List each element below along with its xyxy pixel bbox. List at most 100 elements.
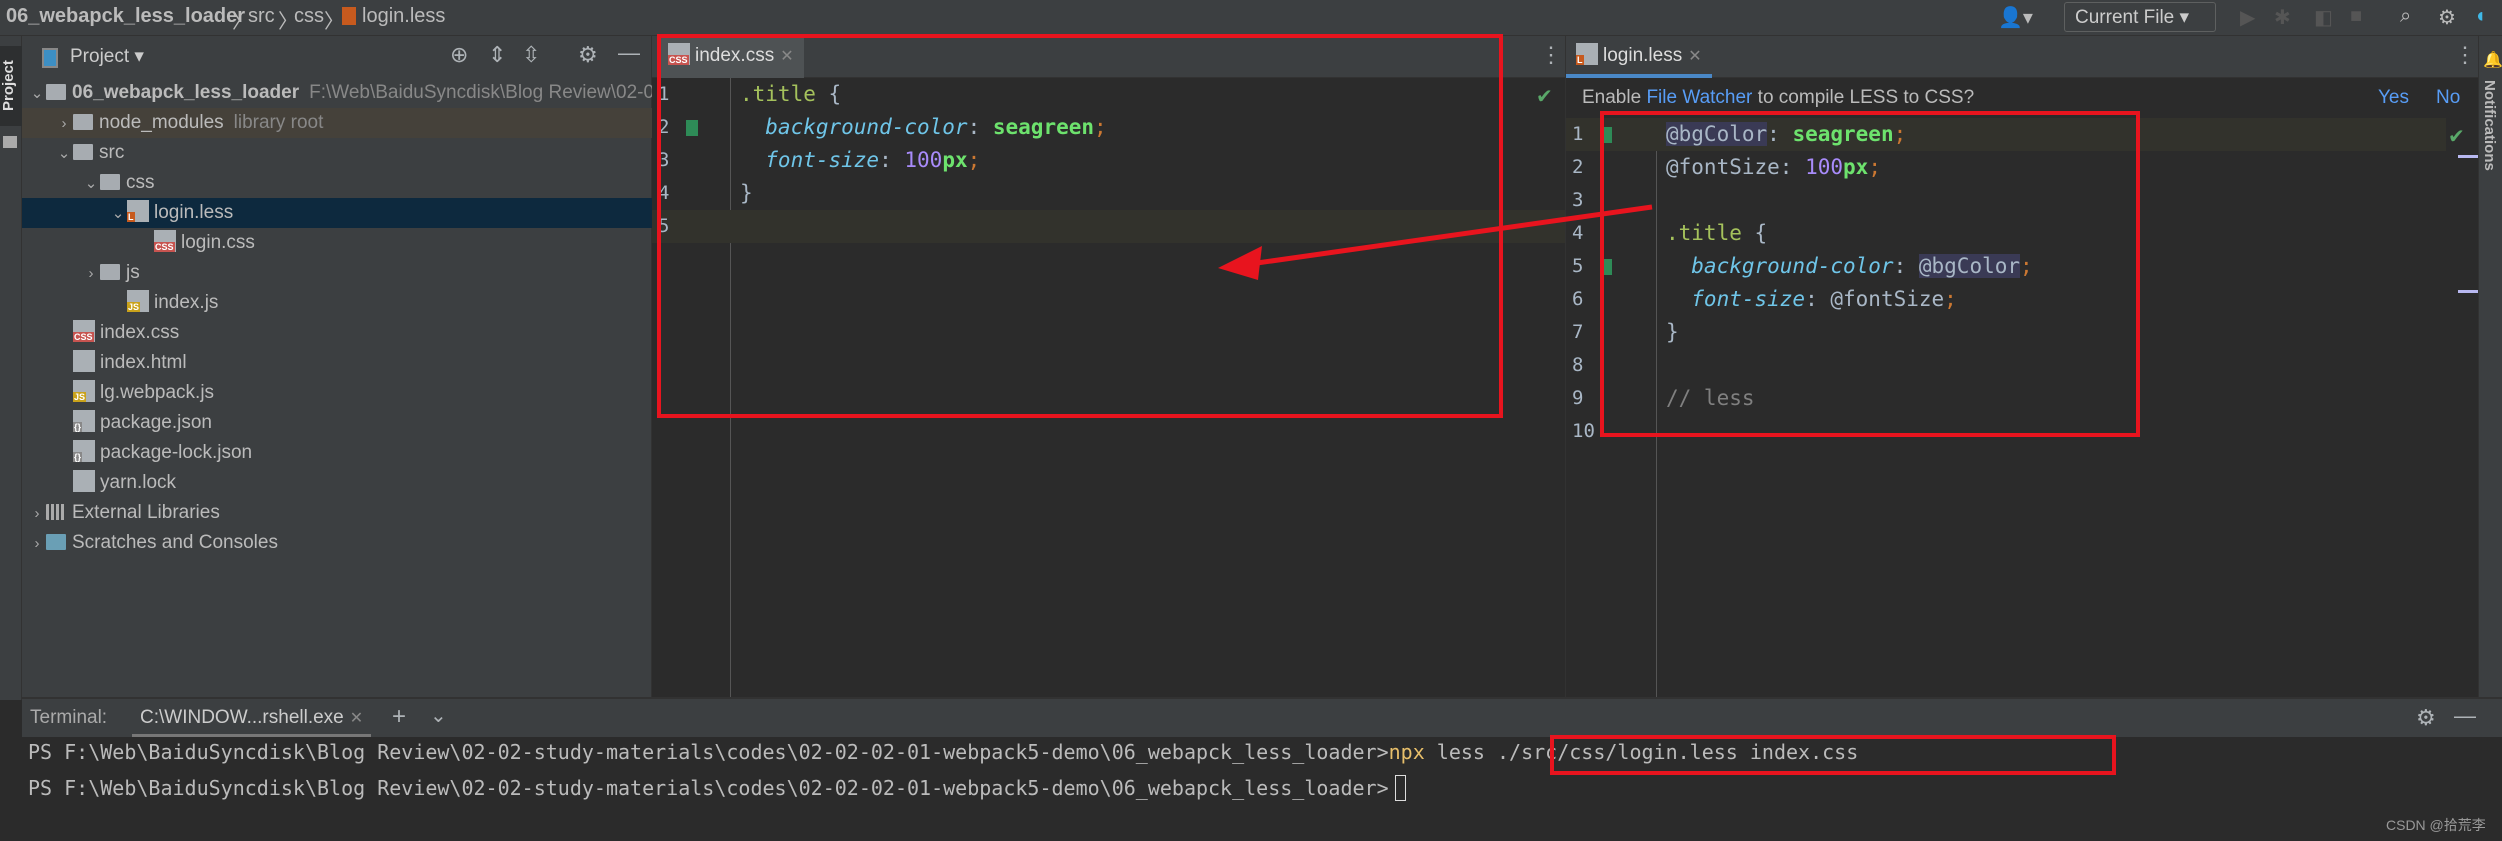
tree-item[interactable]: ⌄ css	[22, 168, 652, 198]
chevron-down-icon[interactable]: ⌄	[55, 139, 73, 169]
code-line: .title {	[740, 78, 841, 111]
code-token: background-color	[1666, 254, 1894, 278]
yes-link[interactable]: Yes	[2378, 78, 2409, 118]
locate-icon[interactable]: ⊕	[450, 42, 468, 68]
bell-icon[interactable]: 🔔	[2483, 50, 2502, 70]
tree-item[interactable]: CSS login.css	[22, 228, 652, 258]
inspection-ok-icon[interactable]: ✔	[2448, 124, 2465, 149]
tree-item[interactable]: ⌄ Llogin.less	[22, 198, 652, 228]
coverage-icon[interactable]: ◧	[2314, 5, 2333, 30]
hide-icon[interactable]: —	[618, 40, 640, 66]
scroll-marker[interactable]	[2458, 290, 2478, 293]
collapse-all-icon[interactable]: ⇳	[522, 42, 540, 68]
breadcrumb-login-less[interactable]: login.less	[362, 5, 445, 28]
tree-item-label: lg.webpack.js	[100, 382, 215, 403]
debug-icon[interactable]: ✱	[2274, 5, 2291, 30]
project-view-select[interactable]: Project ▾	[70, 45, 144, 68]
user-icon[interactable]: 👤▾	[1998, 5, 2033, 30]
tree-item[interactable]: ⌄ 06_webapck_less_loader F:\Web\BaiduSyncd…	[22, 78, 654, 109]
chevron-down-icon[interactable]: ⌄	[430, 703, 447, 728]
code-area[interactable]: 1 .title {2 background-color: seagreen; 3 …	[652, 78, 1565, 697]
line-number: 1	[658, 83, 670, 105]
terminal-panel: Terminal: C:\WINDOW...rshell.exe ✕ + ⌄ ⚙ …	[22, 697, 2502, 841]
tab-index-css[interactable]: CSS index.css ✕	[658, 36, 804, 78]
run-icon[interactable]: ▶	[2240, 5, 2255, 30]
tree-item-label: yarn.lock	[100, 472, 177, 493]
tree-item[interactable]: yarn.lock	[22, 468, 652, 498]
chevron-right-icon[interactable]: ›	[55, 109, 73, 139]
gear-icon[interactable]: ⚙	[2416, 705, 2436, 731]
tree-item-label: package-lock.json	[100, 442, 253, 463]
folder-icon	[100, 174, 120, 190]
js-file-icon: JS	[127, 290, 149, 312]
code-token: @fontSize	[1830, 287, 1945, 311]
expand-all-icon[interactable]: ⇕	[488, 42, 506, 68]
code-token: :	[967, 115, 993, 139]
code-token: // less	[1666, 386, 1755, 410]
notifications-tool-tab[interactable]: Notifications	[2481, 80, 2498, 171]
add-terminal-icon[interactable]: +	[392, 703, 406, 731]
project-panel-header: Project ▾ ⊕ ⇕ ⇳ ⚙ —	[22, 36, 652, 78]
tree-item[interactable]: JS lg.webpack.js	[22, 378, 652, 408]
tree-item[interactable]: CSS index.css	[22, 318, 652, 348]
tree-item-label: index.html	[100, 352, 187, 373]
more-icon[interactable]: ⋮	[1540, 42, 1562, 68]
toolbox-icon[interactable]: ◖	[2474, 5, 2486, 28]
close-icon[interactable]: ✕	[1688, 48, 1701, 65]
close-icon[interactable]: ✕	[350, 710, 363, 727]
run-config-select[interactable]: Current File ▾	[2064, 2, 2216, 32]
change-marker[interactable]	[1600, 127, 1612, 143]
terminal-line[interactable]: PS F:\Web\BaiduSyncdisk\Blog Review\02-0…	[28, 775, 1406, 801]
close-icon[interactable]: ✕	[780, 48, 793, 65]
tree-item-label: External Libraries	[72, 502, 220, 523]
chevron-down-icon[interactable]: ⌄	[82, 169, 100, 199]
gear-icon[interactable]: ⚙	[578, 42, 598, 68]
gear-icon[interactable]: ⚙	[2438, 5, 2456, 30]
breadcrumb-separator: 〉	[324, 11, 344, 33]
stop-icon[interactable]: ■	[2350, 5, 2362, 28]
chevron-right-icon[interactable]: ›	[28, 499, 46, 529]
more-icon[interactable]: ⋮	[2454, 42, 2476, 68]
scroll-marker[interactable]	[2458, 155, 2478, 158]
tree-item[interactable]: › External Libraries	[22, 498, 652, 528]
change-marker[interactable]	[1600, 259, 1612, 275]
tree-item[interactable]: ⌄ src	[22, 138, 652, 168]
prompt: PS F:\Web\BaiduSyncdisk\Blog Review\02-0…	[28, 776, 1389, 800]
project-title: Project	[70, 46, 130, 67]
breadcrumb-project[interactable]: 06_webapck_less_loader	[6, 5, 245, 28]
breadcrumb-src[interactable]: src	[248, 5, 275, 28]
chevron-right-icon[interactable]: ›	[28, 529, 46, 559]
search-icon[interactable]: ⌕	[2400, 5, 2411, 28]
tab-login-less[interactable]: Llogin.less ✕	[1566, 36, 1712, 78]
tree-item[interactable]: {} package-lock.json	[22, 438, 652, 468]
code-token: 100	[904, 148, 943, 172]
tree-item[interactable]: › js	[22, 258, 652, 288]
code-area[interactable]: 1 @bgColor: seagreen; 2 @fontSize: 100px; 3 4…	[1566, 118, 2446, 697]
chevron-down-icon[interactable]: ⌄	[28, 79, 46, 109]
folder-icon[interactable]	[3, 136, 17, 148]
code-token: ;	[967, 148, 981, 172]
tree-item[interactable]: {} package.json	[22, 408, 652, 438]
code-token: .title	[740, 82, 816, 106]
code-line: .title {	[1666, 217, 1767, 250]
code-token: seagreen	[1792, 122, 1894, 146]
breadcrumb-css[interactable]: css	[294, 5, 324, 28]
code-line: // less	[1666, 382, 1755, 415]
project-tool-tab[interactable]: Project	[0, 46, 22, 126]
tree-item[interactable]: › Scratches and Consoles	[22, 528, 652, 558]
change-marker[interactable]	[686, 120, 698, 136]
terminal-tab[interactable]: C:\WINDOW...rshell.exe ✕	[132, 699, 372, 737]
no-link[interactable]: No	[2436, 78, 2460, 118]
tree-item[interactable]: JS index.js	[22, 288, 652, 318]
terminal-line[interactable]: PS F:\Web\BaiduSyncdisk\Blog Review\02-0…	[28, 740, 1858, 764]
chevron-right-icon[interactable]: ›	[82, 259, 100, 289]
folder-icon	[73, 144, 93, 160]
tree-item[interactable]: › node_modules library root	[22, 108, 652, 138]
code-token: :	[1805, 287, 1831, 311]
right-tool-strip: 🔔 Notifications	[2478, 36, 2502, 697]
tree-item[interactable]: index.html	[22, 348, 652, 378]
chevron-down-icon[interactable]: ⌄	[109, 199, 127, 229]
hide-icon[interactable]: —	[2454, 703, 2476, 729]
terminal-tab-label: C:\WINDOW...rshell.exe	[140, 707, 344, 728]
file-watcher-link[interactable]: File Watcher	[1646, 87, 1752, 108]
